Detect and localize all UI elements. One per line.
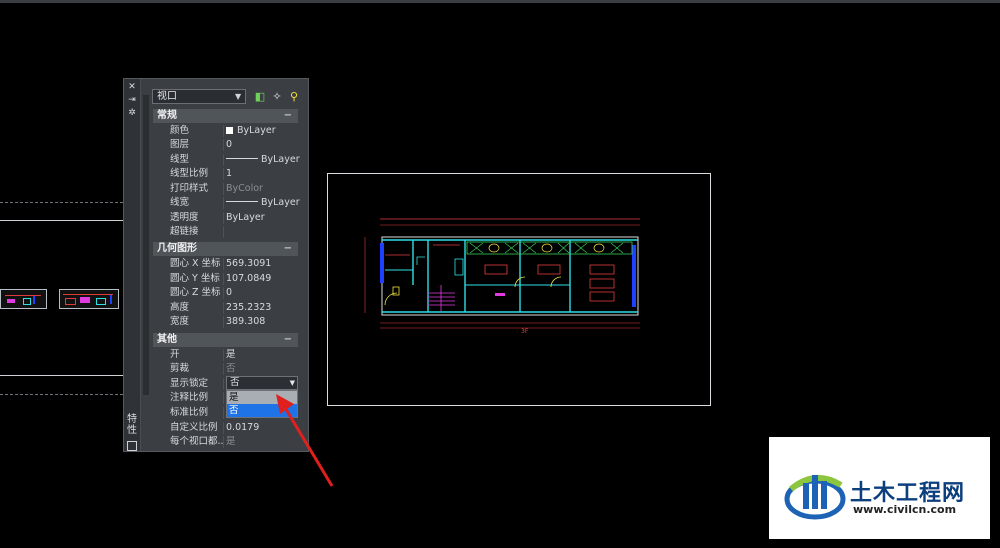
property-value: 235.2323 xyxy=(226,302,272,313)
dimension-label: 3F xyxy=(521,328,529,335)
property-value: 1 xyxy=(226,168,233,179)
color-swatch-icon xyxy=(226,127,233,134)
property-value: 107.0849 xyxy=(226,273,272,284)
display-locked-dropdown[interactable]: 否 ▼ xyxy=(226,376,298,390)
property-value: ByLayer xyxy=(261,197,300,208)
property-row-clipped[interactable]: 剪裁 否 xyxy=(153,362,298,376)
category-misc[interactable]: 其他 − xyxy=(153,333,298,347)
object-type-value: 视口 xyxy=(157,91,177,102)
property-label: 线宽 xyxy=(170,197,190,208)
palette-title-strip[interactable]: ✕ ⇥ ✲ 特性 xyxy=(124,79,141,451)
property-row-color[interactable]: 颜色 ByLayer xyxy=(153,124,298,138)
civilcn-logo-icon xyxy=(784,475,846,520)
collapse-icon[interactable]: − xyxy=(284,242,292,256)
line-sample-icon xyxy=(226,201,258,202)
property-row-linetype[interactable]: 线型 ByLayer xyxy=(153,153,300,167)
dashed-line xyxy=(0,202,123,203)
property-value: ByColor xyxy=(226,183,263,194)
property-value: ByLayer xyxy=(261,154,300,165)
property-label: 高度 xyxy=(170,302,190,313)
property-label: 圆心 X 坐标 xyxy=(170,258,221,269)
palette-title: 特性 xyxy=(127,414,137,436)
watermark-url: www.civilcn.com xyxy=(853,503,957,516)
quick-select-icon[interactable]: ⚲ xyxy=(287,90,301,104)
category-geometry-label: 几何图形 xyxy=(157,243,197,254)
collapse-icon[interactable]: − xyxy=(284,333,292,347)
property-row-center-y[interactable]: 圆心 Y 坐标 107.0849 xyxy=(153,272,298,286)
property-value: 否 xyxy=(226,363,236,374)
property-value: 389.308 xyxy=(226,316,266,327)
palette-settings-icon[interactable]: ✲ xyxy=(127,108,137,118)
top-toolbar-strip xyxy=(0,0,1000,3)
site-watermark: 土木工程网 www.civilcn.com xyxy=(769,437,990,539)
category-general-label: 常规 xyxy=(157,110,177,121)
property-value: 569.3091 xyxy=(226,258,272,269)
property-label: 宽度 xyxy=(170,316,190,327)
property-value: 0 xyxy=(226,287,233,298)
property-row-hyperlink[interactable]: 超链接 xyxy=(153,225,298,239)
floorplan-thumbnail[interactable] xyxy=(0,289,47,309)
floor-plan-drawing xyxy=(364,218,640,329)
property-label: 开 xyxy=(170,349,180,360)
property-row-width[interactable]: 宽度 389.308 xyxy=(153,315,298,329)
property-row-layer[interactable]: 图层 0 xyxy=(153,138,298,152)
property-label: 每个视口都... xyxy=(170,436,224,447)
category-geometry[interactable]: 几何图形 − xyxy=(153,242,298,256)
close-icon[interactable]: ✕ xyxy=(127,82,137,92)
property-row-center-x[interactable]: 圆心 X 坐标 569.3091 xyxy=(153,257,298,271)
property-label: 自定义比例 xyxy=(170,422,218,433)
property-label: 线型 xyxy=(170,154,190,165)
property-label: 圆心 Z 坐标 xyxy=(170,287,221,298)
property-label: 显示锁定 xyxy=(170,378,209,389)
property-label: 线型比例 xyxy=(170,168,209,179)
property-label: 剪裁 xyxy=(170,363,190,374)
chevron-down-icon: ▼ xyxy=(235,92,242,101)
chevron-down-icon: ▼ xyxy=(289,379,295,387)
property-value: 是 xyxy=(226,349,236,360)
floorplan-thumbnail[interactable] xyxy=(59,289,119,309)
property-value: 0 xyxy=(226,139,233,150)
collapse-icon[interactable]: − xyxy=(284,109,292,123)
dashed-line xyxy=(0,394,123,395)
property-row-lineweight[interactable]: 线宽 ByLayer xyxy=(153,196,300,210)
property-row-height[interactable]: 高度 235.2323 xyxy=(153,301,298,315)
property-row-center-z[interactable]: 圆心 Z 坐标 0 xyxy=(153,286,298,300)
property-row-transparency[interactable]: 透明度 ByLayer xyxy=(153,211,298,225)
autohide-icon[interactable]: ⇥ xyxy=(127,95,137,105)
drawing-line xyxy=(0,375,123,376)
property-label: 圆心 Y 坐标 xyxy=(170,273,220,284)
pick-add-icon[interactable]: ✧ xyxy=(270,90,284,104)
property-label: 透明度 xyxy=(170,212,199,223)
property-label: 标准比例 xyxy=(170,407,209,418)
property-label: 注释比例 xyxy=(170,392,209,403)
select-objects-icon[interactable]: ◧ xyxy=(253,90,267,104)
property-value: ByLayer xyxy=(226,212,265,223)
palette-menu-icon[interactable] xyxy=(127,441,137,451)
palette-scrollbar[interactable] xyxy=(143,95,149,395)
property-label: 打印样式 xyxy=(170,183,209,194)
category-general[interactable]: 常规 − xyxy=(153,109,298,123)
property-label: 超链接 xyxy=(170,226,199,237)
category-misc-label: 其他 xyxy=(157,334,177,345)
drawing-line xyxy=(0,220,123,221)
property-row-linetype-scale[interactable]: 线型比例 1 xyxy=(153,167,298,181)
object-type-select[interactable]: 视口 ▼ xyxy=(152,89,246,104)
property-label: 图层 xyxy=(170,139,190,150)
property-row-plot-style[interactable]: 打印样式 ByColor xyxy=(153,182,298,196)
property-value: ByLayer xyxy=(237,125,276,136)
property-row-on[interactable]: 开 是 xyxy=(153,348,298,362)
line-sample-icon xyxy=(226,158,258,159)
dropdown-current-value: 否 xyxy=(230,377,240,388)
property-label: 颜色 xyxy=(170,125,190,136)
